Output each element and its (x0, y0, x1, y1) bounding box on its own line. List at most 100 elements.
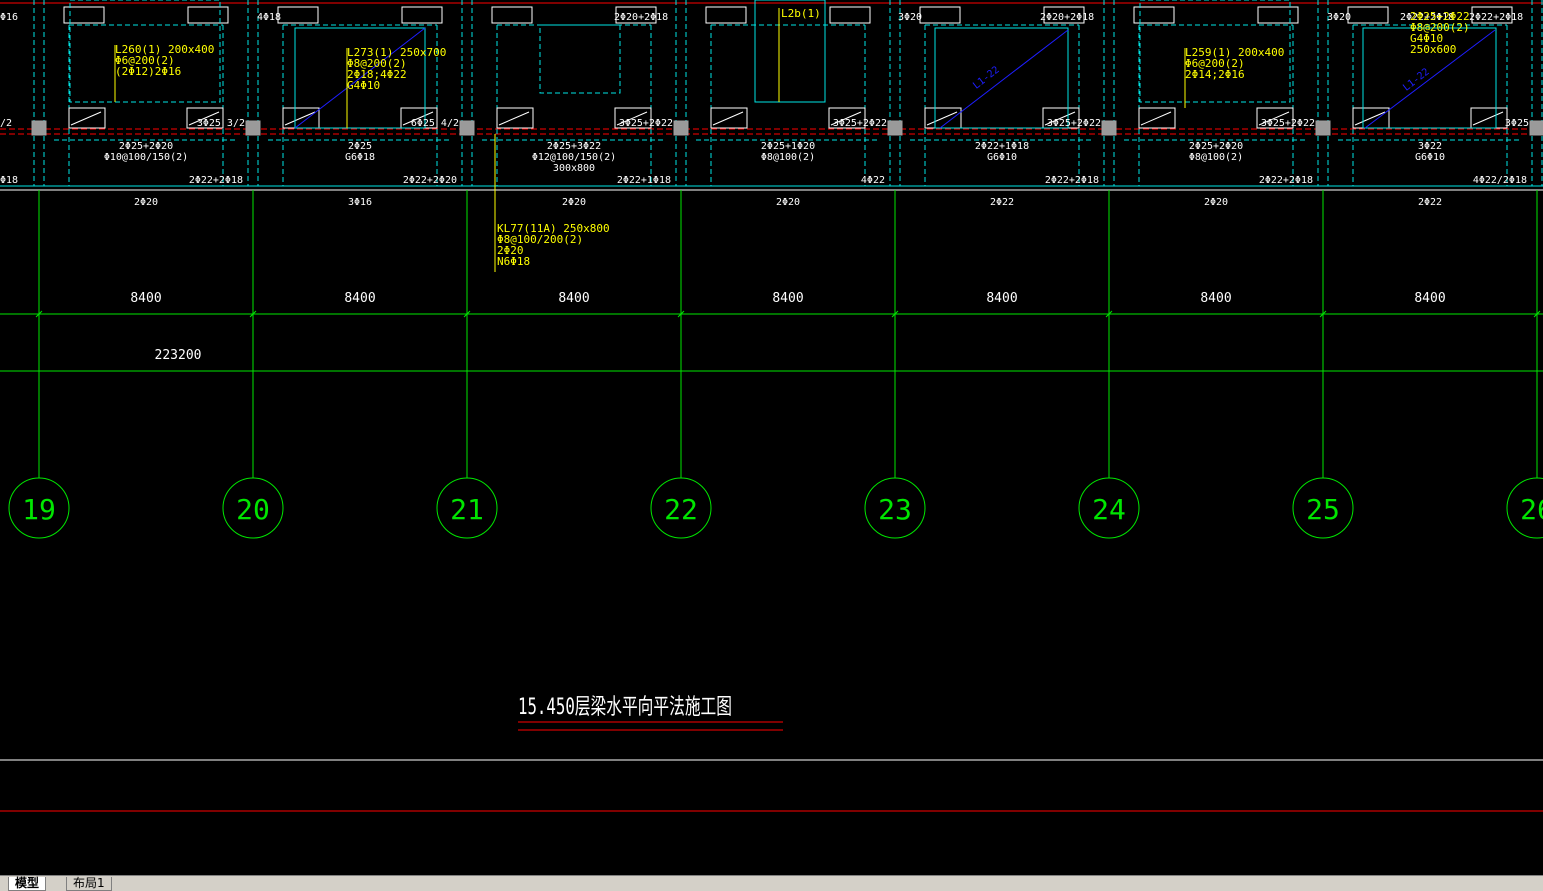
top-rebar-label: Φ16 (0, 12, 18, 23)
rebar-box (1257, 6, 1299, 24)
axis-number: 20 (236, 493, 270, 526)
cad-drawing-canvas[interactable]: 1920212223242526 84008400840084008400840… (0, 0, 1543, 875)
span-dimension: 8400 (130, 291, 161, 306)
rebar-box (187, 6, 229, 24)
tab-layout1[interactable]: 布局1 (66, 877, 112, 891)
span-top-rebar: G6Φ10 (1415, 152, 1445, 163)
span-top-rebar: 2Φ25+2Φ20 (119, 141, 173, 152)
axis-number: 23 (878, 493, 912, 526)
drawing-title-block: 15.450层梁水平向平法施工图 (518, 695, 783, 731)
support-rebar: 6Φ25 4/2 (411, 118, 459, 129)
column-block (887, 120, 903, 136)
rebar-hook (498, 111, 530, 126)
rebar-box (277, 6, 319, 24)
span-top-rebar: G6Φ18 (345, 152, 375, 163)
span-dimension: 8400 (772, 291, 803, 306)
support-rebar: 3Φ25 (1505, 118, 1529, 129)
support-bottom-rebar: Φ18 (0, 175, 18, 186)
support-bottom-rebar: 2Φ22+2Φ18 (1259, 175, 1313, 186)
column-block (673, 120, 689, 136)
secondary-beam (539, 24, 621, 94)
rebar-box (1347, 6, 1389, 24)
span-bottom-rebar: 3Φ16 (348, 197, 372, 208)
span-dimension: 8400 (344, 291, 375, 306)
axis-number: 21 (450, 493, 484, 526)
span-top-rebar: Φ10@100/150(2) (104, 152, 188, 163)
rebar-hook (284, 111, 316, 126)
span-bottom-rebar: 2Φ22 (1418, 197, 1442, 208)
tab-model[interactable]: 模型 (8, 877, 47, 891)
support-bottom-rebar: 2Φ22+2Φ18 (189, 175, 243, 186)
diagonal-label: L1-22 (971, 64, 1001, 91)
span-top-rebar: 2Φ22+1Φ18 (975, 141, 1029, 152)
rebar-hook (712, 111, 744, 126)
column-block (245, 120, 261, 136)
span-bottom-rebar: 2Φ20 (776, 197, 800, 208)
layout-tab-bar: 模型 布局1 (0, 875, 1543, 891)
span-top-rebar: 2Φ25 (348, 141, 372, 152)
rebar-hook (1472, 111, 1504, 126)
annotation-layer: 8400 8400 8400 8400 8400 8400 8400 223200 2Φ25+2… (0, 7, 1529, 363)
diagonal-blue (939, 29, 1069, 129)
span-top-rebar: 2Φ25+3Φ22 (547, 141, 601, 152)
total-dimension: 223200 (155, 348, 202, 363)
column-block (31, 120, 47, 136)
support-bottom-rebar: 2Φ22+2Φ18 (1045, 175, 1099, 186)
span-dimension: 8400 (1200, 291, 1231, 306)
drawing-title: 15.450层梁水平向平法施工图 (518, 695, 732, 720)
span-top-rebar: 300x800 (553, 163, 595, 174)
beam-label: 2Φ14;2Φ16 (1185, 68, 1245, 81)
column-block (1315, 120, 1331, 136)
rebar-box (919, 6, 961, 24)
support-rebar: 3Φ25+2Φ22 (1261, 118, 1315, 129)
column-block (1529, 120, 1543, 136)
top-rebar-label: 3Φ20 (898, 12, 922, 23)
support-rebar: 3Φ25+2Φ22 (1047, 118, 1101, 129)
axis-number: 22 (664, 493, 698, 526)
beam-label: (2Φ12)2Φ16 (115, 65, 181, 78)
top-rebar-label: 2Φ22+2Φ18 (1469, 12, 1523, 23)
rebar-hook (1354, 111, 1386, 126)
beam-structure-lines (0, 0, 1543, 272)
span-top-rebar: G6Φ10 (987, 152, 1017, 163)
support-bottom-rebar: 2Φ22+1Φ18 (617, 175, 671, 186)
beam-label: N6Φ18 (497, 255, 530, 268)
span-top-rebar: 3Φ22 (1418, 141, 1442, 152)
axis-number: 24 (1092, 493, 1126, 526)
span-bottom-rebar: 2Φ20 (562, 197, 586, 208)
span-bottom-rebar: 2Φ20 (134, 197, 158, 208)
rebar-hook (1140, 111, 1172, 126)
span-dimension: 8400 (1414, 291, 1445, 306)
top-rebar-label: 2Φ20+2Φ18 (1040, 12, 1094, 23)
column-block (1101, 120, 1117, 136)
span-dimension: 8400 (986, 291, 1017, 306)
axis-number: 26 (1520, 493, 1543, 526)
beam-label: G4Φ10 (347, 79, 380, 92)
rebar-box (705, 6, 747, 24)
top-rebar-label: 3Φ20 (1327, 12, 1351, 23)
axis-grid: 19 20 21 22 23 24 25 26 (0, 190, 1543, 539)
support-bottom-rebar: 4Φ22 (861, 175, 885, 186)
span-top-rebar: Φ8@100(2) (761, 152, 815, 163)
column-block (459, 120, 475, 136)
span-top-rebar: 2Φ25+2Φ20 (1189, 141, 1243, 152)
support-bottom-rebar: 2Φ22+2Φ20 (403, 175, 457, 186)
span-bottom-rebar: 2Φ22 (990, 197, 1014, 208)
span-top-rebar: Φ8@100(2) (1189, 152, 1243, 163)
support-rebar: 3Φ25+2Φ22 (833, 118, 887, 129)
top-rebar-label: 4Φ18 (257, 12, 281, 23)
axis-number: 19 (22, 493, 56, 526)
axis-number: 25 (1306, 493, 1340, 526)
support-rebar: 3Φ25 3/2 (197, 118, 245, 129)
rebar-hook (70, 111, 102, 126)
span-dimension: 8400 (558, 291, 589, 306)
support-rebar: 3Φ25+2Φ22 (619, 118, 673, 129)
rebar-box (491, 6, 533, 24)
rebar-box (829, 6, 871, 24)
beam-label: L2b(1) (781, 7, 821, 20)
span-top-rebar: 2Φ25+1Φ20 (761, 141, 815, 152)
span-bottom-rebar: 2Φ20 (1204, 197, 1228, 208)
support-bottom-rebar: 4Φ22/2Φ18 (1473, 175, 1527, 186)
beam-label: 250x600 (1410, 43, 1456, 56)
top-rebar-label: 2Φ20+2Φ18 (614, 12, 668, 23)
